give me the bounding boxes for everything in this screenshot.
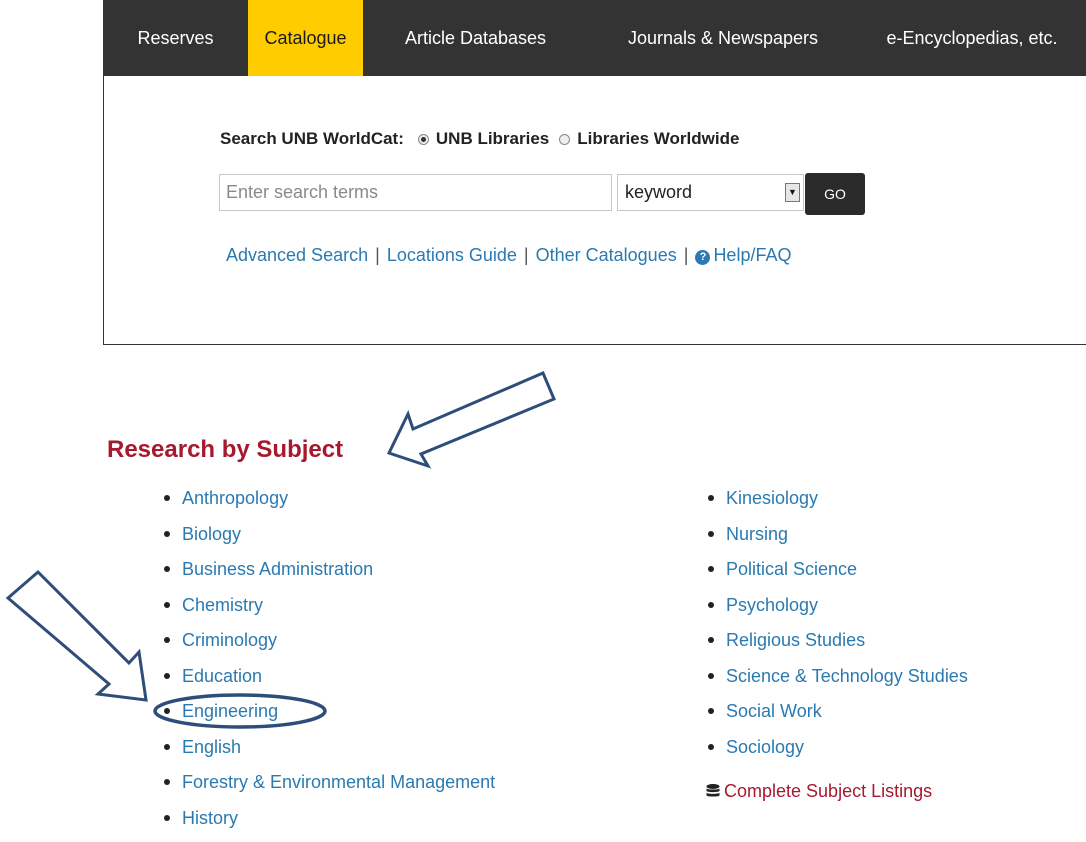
subject-link-history[interactable]: History [182, 808, 238, 828]
bullet [164, 602, 170, 608]
bullet [164, 744, 170, 750]
top-navigation-bar: Reserves Catalogue Article Databases Jou… [103, 0, 1086, 76]
bullet [164, 495, 170, 501]
bullet [708, 495, 714, 501]
subject-link-anthropology[interactable]: Anthropology [182, 488, 288, 508]
go-button[interactable]: GO [805, 173, 865, 215]
list-item: Forestry & Environmental Management [163, 771, 495, 807]
tab-reserves[interactable]: Reserves [103, 0, 248, 76]
bullet [708, 744, 714, 750]
search-scope-row: Search UNB WorldCat: UNB Libraries Libra… [220, 129, 739, 149]
list-item: English [163, 736, 495, 772]
database-icon [706, 784, 720, 799]
research-by-subject-heading: Research by Subject [107, 436, 343, 464]
bullet [708, 637, 714, 643]
list-item: Criminology [163, 629, 495, 665]
list-item: Education [163, 665, 495, 701]
subject-link-engineering[interactable]: Engineering [182, 701, 278, 721]
arrow-to-heading-icon [389, 373, 554, 466]
search-field-value: keyword [625, 175, 692, 210]
list-item: History [163, 807, 495, 842]
tab-catalogue[interactable]: Catalogue [248, 0, 363, 76]
subject-link-education[interactable]: Education [182, 666, 262, 686]
other-catalogues-link[interactable]: Other Catalogues [536, 245, 677, 265]
subject-link-political-science[interactable]: Political Science [726, 559, 857, 579]
subject-link-business-administration[interactable]: Business Administration [182, 559, 373, 579]
subject-link-chemistry[interactable]: Chemistry [182, 595, 263, 615]
list-item: Sociology [707, 736, 968, 772]
search-links-row: Advanced Search | Locations Guide | Othe… [226, 245, 791, 266]
bullet [164, 708, 170, 714]
radio-label-libraries-worldwide[interactable]: Libraries Worldwide [577, 129, 739, 149]
subject-link-science-technology-studies[interactable]: Science & Technology Studies [726, 666, 968, 686]
help-icon: ? [695, 250, 710, 265]
subject-list-right: Kinesiology Nursing Political Science Ps… [707, 487, 968, 771]
dropdown-arrow-icon[interactable]: ▼ [785, 183, 800, 202]
bullet [708, 708, 714, 714]
subject-list-left: Anthropology Biology Business Administra… [163, 487, 495, 842]
tab-e-encyclopedias[interactable]: e-Encyclopedias, etc. [858, 0, 1086, 76]
list-item: Biology [163, 523, 495, 559]
help-faq-label: Help/FAQ [713, 245, 791, 265]
list-item: Psychology [707, 594, 968, 630]
list-item: Religious Studies [707, 629, 968, 665]
list-item: Social Work [707, 700, 968, 736]
bullet [164, 779, 170, 785]
list-item: Political Science [707, 558, 968, 594]
list-item: Engineering [163, 700, 495, 736]
help-faq-link[interactable]: ?Help/FAQ [695, 245, 791, 265]
list-item: Business Administration [163, 558, 495, 594]
subject-link-forestry-environmental-management[interactable]: Forestry & Environmental Management [182, 772, 495, 792]
arrow-to-engineering-icon [8, 572, 146, 700]
radio-libraries-worldwide[interactable] [559, 134, 570, 145]
advanced-search-link[interactable]: Advanced Search [226, 245, 368, 265]
subject-link-biology[interactable]: Biology [182, 524, 241, 544]
subject-link-criminology[interactable]: Criminology [182, 630, 277, 650]
subject-link-kinesiology[interactable]: Kinesiology [726, 488, 818, 508]
subject-link-psychology[interactable]: Psychology [726, 595, 818, 615]
list-item: Nursing [707, 523, 968, 559]
bullet [708, 566, 714, 572]
subject-link-english[interactable]: English [182, 737, 241, 757]
list-item: Kinesiology [707, 487, 968, 523]
bullet [164, 637, 170, 643]
search-label: Search UNB WorldCat: [220, 129, 404, 149]
complete-subject-listings-link[interactable]: Complete Subject Listings [706, 781, 932, 802]
bullet [164, 566, 170, 572]
bullet [708, 602, 714, 608]
tab-journals-newspapers[interactable]: Journals & Newspapers [588, 0, 858, 76]
bullet [164, 673, 170, 679]
radio-label-unb-libraries[interactable]: UNB Libraries [436, 129, 549, 149]
search-input[interactable] [219, 174, 612, 211]
catalogue-search-panel: Search UNB WorldCat: UNB Libraries Libra… [103, 76, 1086, 345]
tab-article-databases[interactable]: Article Databases [363, 0, 588, 76]
list-item: Chemistry [163, 594, 495, 630]
search-field-select[interactable]: keyword ▼ [617, 174, 804, 211]
bullet [708, 531, 714, 537]
bullet [708, 673, 714, 679]
subject-link-religious-studies[interactable]: Religious Studies [726, 630, 865, 650]
link-separator: | [375, 245, 380, 265]
subject-link-nursing[interactable]: Nursing [726, 524, 788, 544]
locations-guide-link[interactable]: Locations Guide [387, 245, 517, 265]
subject-link-social-work[interactable]: Social Work [726, 701, 822, 721]
subject-link-sociology[interactable]: Sociology [726, 737, 804, 757]
bullet [164, 531, 170, 537]
bullet [164, 815, 170, 821]
link-separator: | [684, 245, 689, 265]
list-item: Anthropology [163, 487, 495, 523]
radio-unb-libraries[interactable] [418, 134, 429, 145]
link-separator: | [524, 245, 529, 265]
list-item: Science & Technology Studies [707, 665, 968, 701]
complete-subject-listings-label: Complete Subject Listings [724, 781, 932, 801]
